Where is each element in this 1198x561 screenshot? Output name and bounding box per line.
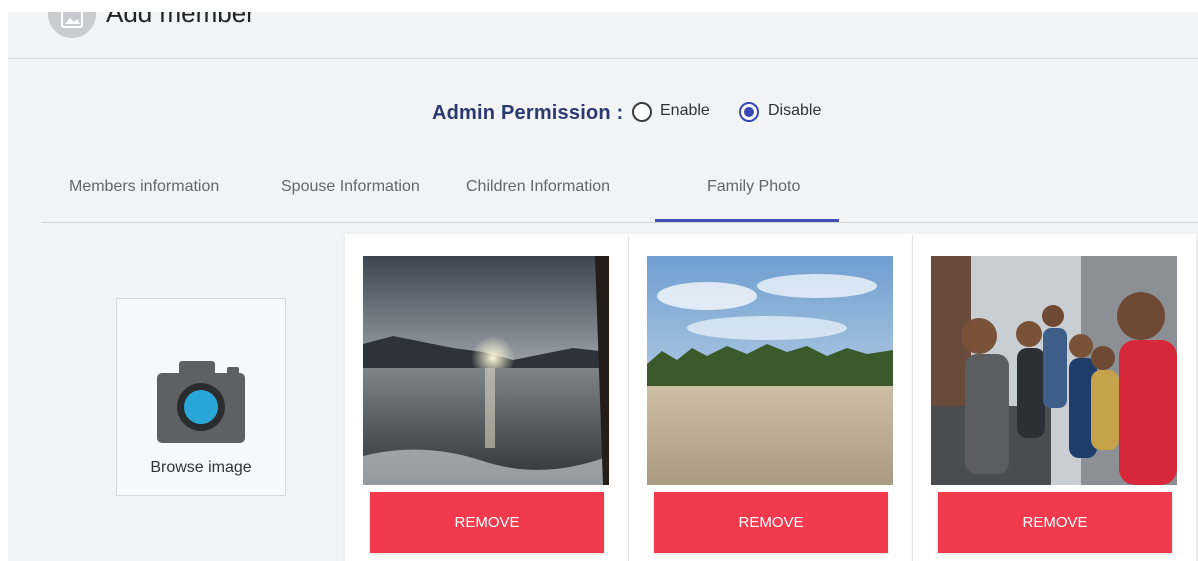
tab-spouse-information[interactable]: Spouse Information <box>281 178 420 196</box>
admin-permission-label: Admin Permission : <box>432 102 624 124</box>
browse-image-label: Browse image <box>150 459 252 476</box>
photo-card: REMOVE <box>913 234 1196 561</box>
remove-photo-button[interactable]: REMOVE <box>938 492 1172 553</box>
disable-label[interactable]: Disable <box>768 102 821 120</box>
enable-radio[interactable] <box>632 102 652 122</box>
enable-label[interactable]: Enable <box>660 102 710 120</box>
remove-photo-button[interactable]: REMOVE <box>654 492 888 553</box>
sunset-lake-photo[interactable] <box>363 256 609 485</box>
camera-icon <box>157 361 245 443</box>
admin-permission-row: Admin Permission : Enable Disable <box>8 100 1198 130</box>
tab-bar: Members information Spouse Information C… <box>42 160 1198 223</box>
panel-header: Add member <box>8 12 1198 59</box>
tab-children-information[interactable]: Children Information <box>466 178 610 196</box>
photo-card: REMOVE <box>629 234 912 561</box>
image-icon <box>48 12 96 38</box>
page-title: Add member <box>106 12 255 28</box>
remove-photo-button[interactable]: REMOVE <box>370 492 604 553</box>
tab-members-information[interactable]: Members information <box>69 178 219 196</box>
active-tab-indicator <box>655 219 839 222</box>
beach-palms-photo[interactable] <box>647 256 893 485</box>
group-selfie-photo[interactable] <box>931 256 1177 485</box>
disable-radio[interactable] <box>739 102 759 122</box>
photo-card: REMOVE <box>345 234 628 561</box>
add-member-panel: Add member Admin Permission : Enable Dis… <box>8 12 1198 561</box>
tab-family-photo[interactable]: Family Photo <box>707 178 800 196</box>
browse-image-button[interactable]: Browse image <box>116 298 286 496</box>
